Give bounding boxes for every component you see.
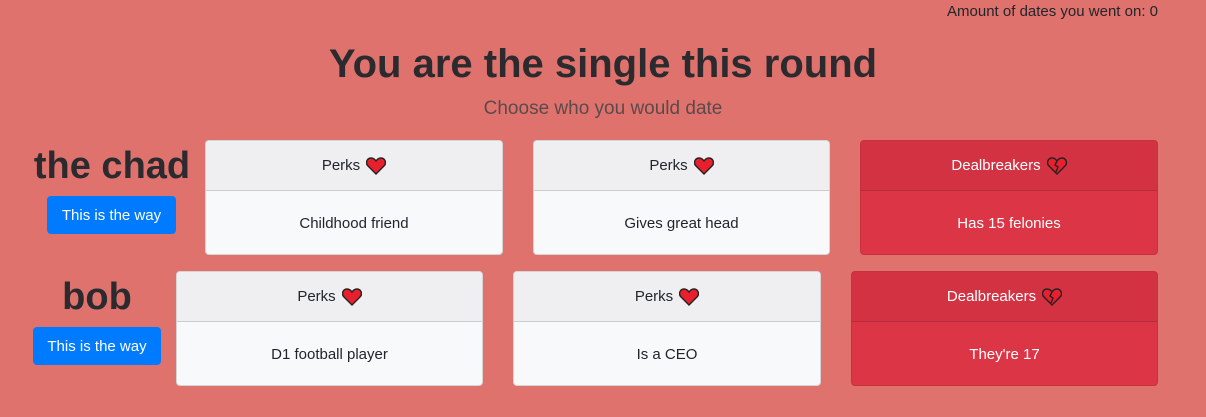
broken-heart-icon: [1046, 156, 1067, 175]
page-subtitle: Choose who you would date: [483, 98, 723, 119]
person-name-the-chad: the chad: [33, 145, 191, 187]
person-name-bob: bob: [62, 276, 132, 318]
card-header: Perks: [177, 272, 482, 322]
perk-card: Perks Childhood friend: [205, 140, 503, 255]
card-header: Perks: [206, 141, 502, 191]
card-body: Childhood friend: [299, 214, 409, 232]
card-header-label: Perks: [634, 288, 674, 305]
card-body: Is a CEO: [636, 345, 698, 363]
card-header: Perks: [534, 141, 829, 191]
choose-the-chad-button[interactable]: This is the way: [47, 196, 176, 234]
page-title: You are the single this round: [328, 42, 878, 86]
card-header-label: Perks: [321, 157, 361, 174]
card-body: They're 17: [969, 345, 1040, 363]
dealbreaker-card: Dealbreakers Has 15 felonies: [860, 140, 1158, 255]
broken-heart-icon: [1042, 287, 1063, 306]
card-header-label: Perks: [649, 157, 688, 174]
card-header-label: Dealbreakers: [951, 157, 1041, 174]
card-header: Dealbreakers: [861, 141, 1157, 191]
heart-icon: [679, 287, 700, 306]
heart-icon: [366, 156, 387, 175]
card-header-label: Perks: [297, 288, 336, 305]
heart-icon: [341, 287, 362, 306]
card-body: D1 football player: [271, 345, 388, 363]
heart-icon: [693, 156, 714, 175]
perk-card: Perks D1 football player: [176, 271, 483, 386]
card-body: Gives great head: [624, 214, 739, 232]
choose-bob-button[interactable]: This is the way: [33, 327, 161, 365]
card-header-label: Dealbreakers: [946, 288, 1037, 305]
perk-card: Perks Is a CEO: [513, 271, 821, 386]
perk-card: Perks Gives great head: [533, 140, 830, 255]
date-counter: Amount of dates you went on: 0: [947, 3, 1158, 20]
card-header: Dealbreakers: [852, 272, 1157, 322]
dealbreaker-card: Dealbreakers They're 17: [851, 271, 1158, 386]
card-body: Has 15 felonies: [957, 214, 1061, 232]
card-header: Perks: [514, 272, 820, 322]
